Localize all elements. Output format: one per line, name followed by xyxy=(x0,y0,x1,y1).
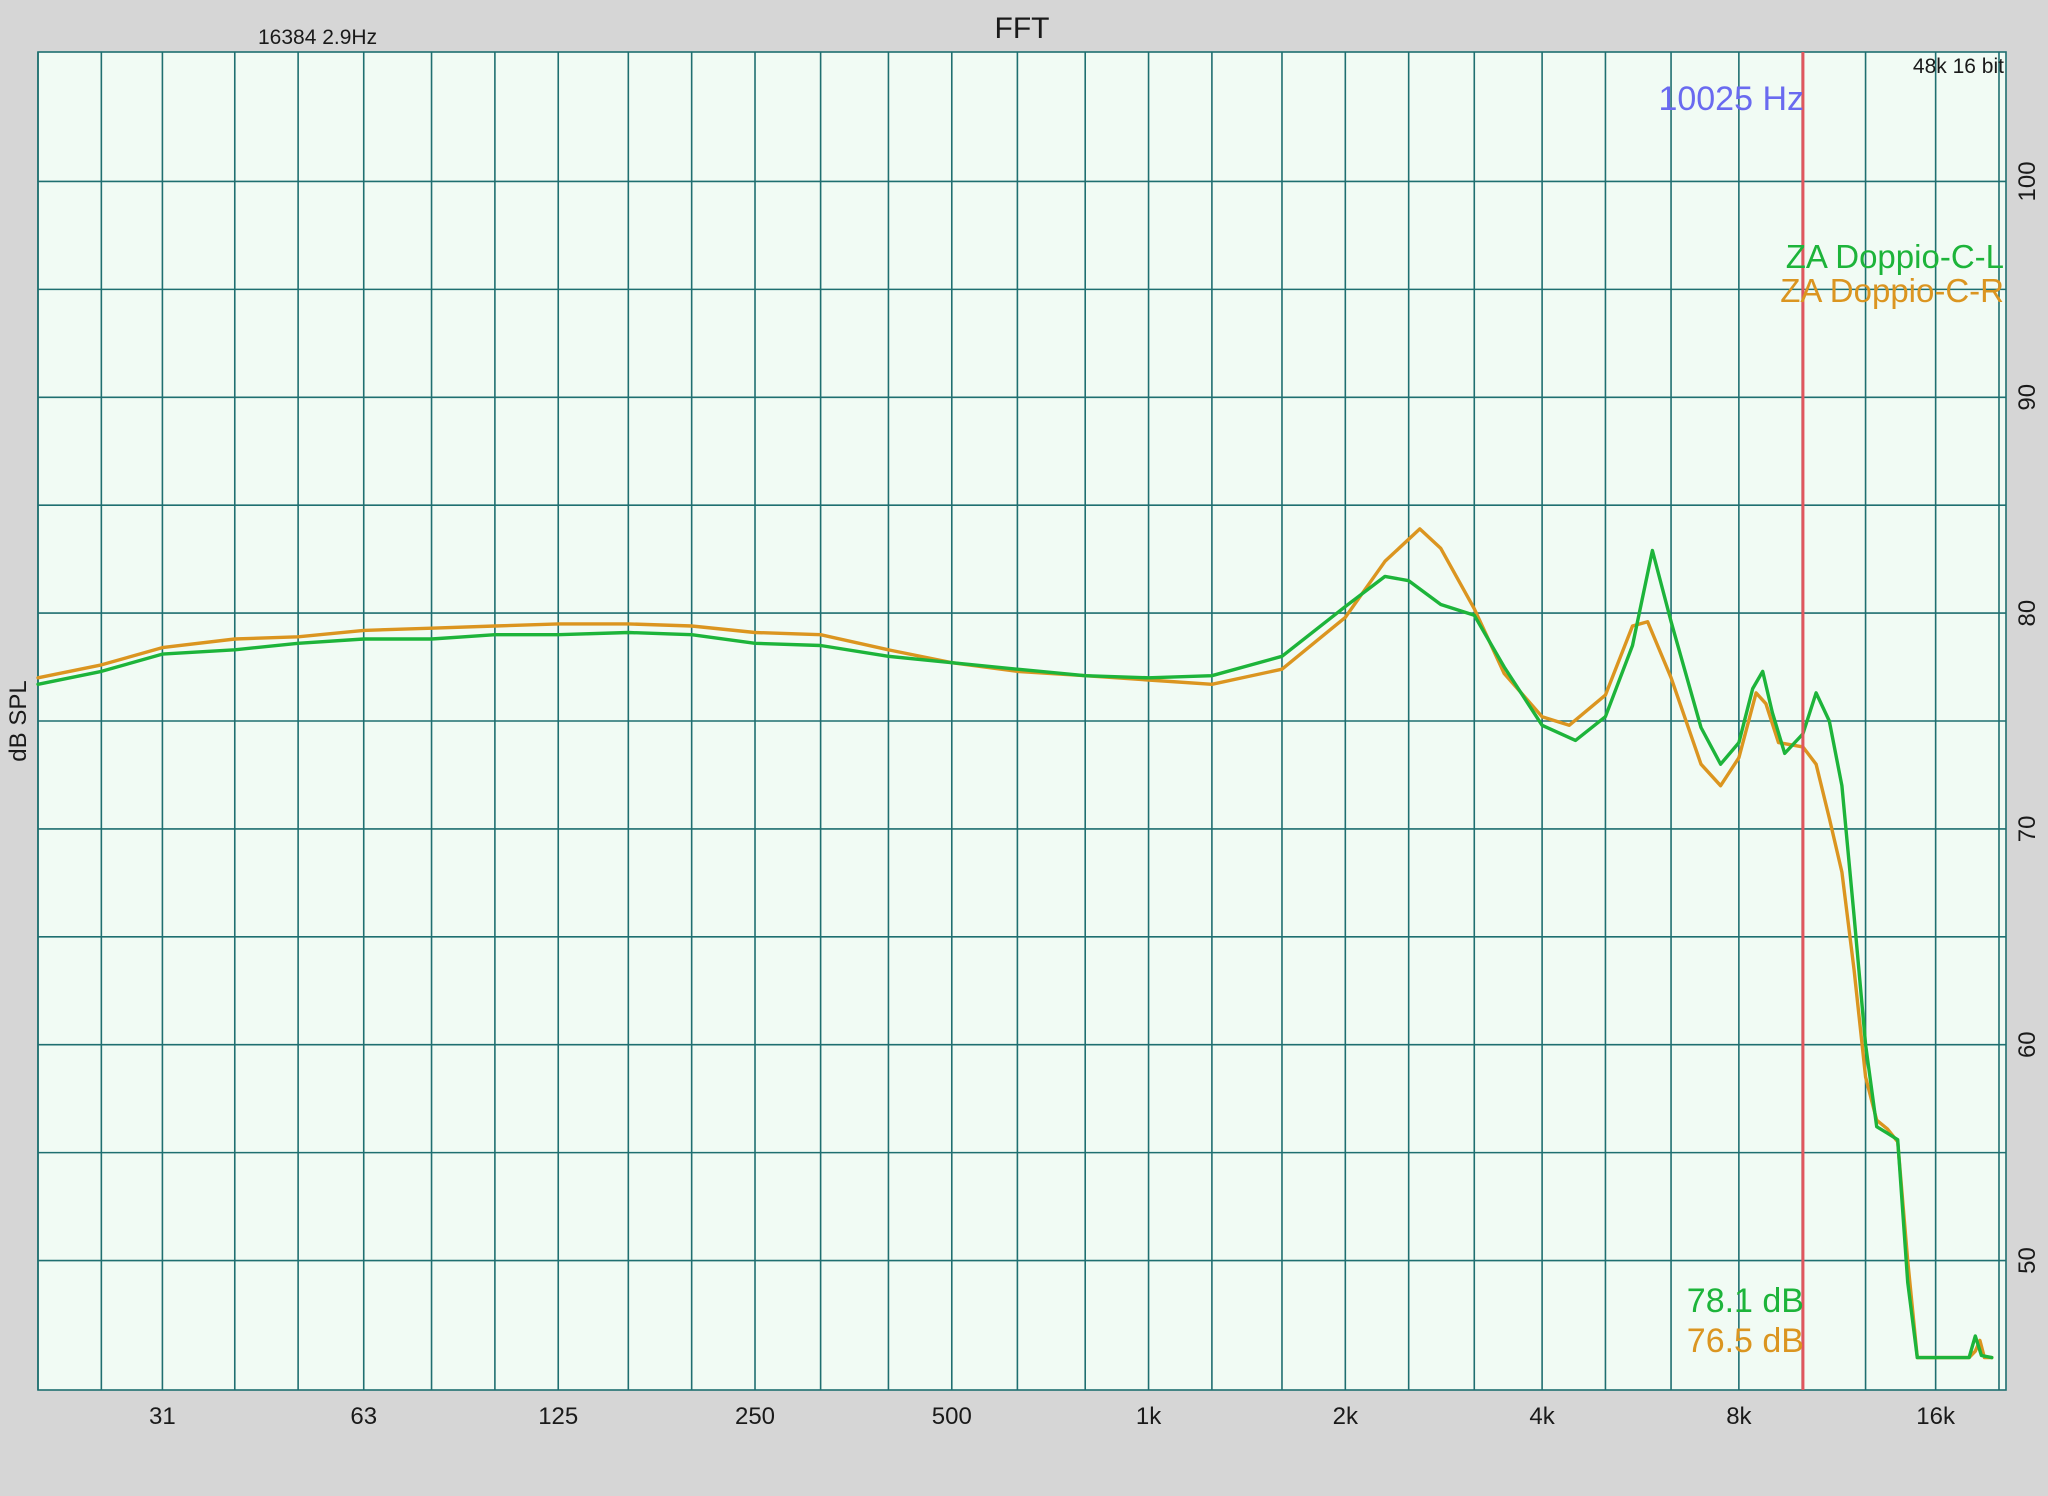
y-tick-label: 60 xyxy=(2014,1031,2041,1058)
y-tick-label: 100 xyxy=(2014,161,2041,201)
x-tick-label: 250 xyxy=(735,1403,775,1430)
x-tick-label: 16k xyxy=(1916,1403,1956,1430)
x-tick-label: 31 xyxy=(149,1403,176,1430)
y-axis-label: dB SPL xyxy=(5,680,32,761)
y-tick-label: 70 xyxy=(2014,816,2041,843)
chart-title: FFT xyxy=(995,12,1050,45)
format-info: 48k 16 bit xyxy=(1913,55,2004,78)
x-tick-label: 2k xyxy=(1333,1403,1359,1430)
y-tick-label: 90 xyxy=(2014,384,2041,411)
fft-size-info: 16384 2.9Hz xyxy=(258,26,377,49)
y-tick-label: 50 xyxy=(2014,1247,2041,1274)
fft-chart: 31 63 125 250 500 1k 2k 4k 8k 16k 100 90 80 70 60 50 F… xyxy=(0,0,2048,1496)
x-tick-label: 1k xyxy=(1136,1403,1162,1430)
legend-entry-left: ZA Doppio-C-L xyxy=(1786,238,2004,275)
y-tick-label: 80 xyxy=(2014,600,2041,627)
cursor-readout-right: 76.5 dB xyxy=(1687,1322,1804,1360)
x-tick-label: 4k xyxy=(1529,1403,1555,1430)
x-tick-label: 8k xyxy=(1726,1403,1752,1430)
legend-entry-right: ZA Doppio-C-R xyxy=(1780,272,2004,309)
x-tick-label: 125 xyxy=(538,1403,578,1430)
cursor-frequency-label: 10025 Hz xyxy=(1658,80,1804,118)
x-tick-label: 63 xyxy=(350,1403,377,1430)
x-tick-label: 500 xyxy=(932,1403,972,1430)
cursor-readout-left: 78.1 dB xyxy=(1687,1282,1804,1320)
